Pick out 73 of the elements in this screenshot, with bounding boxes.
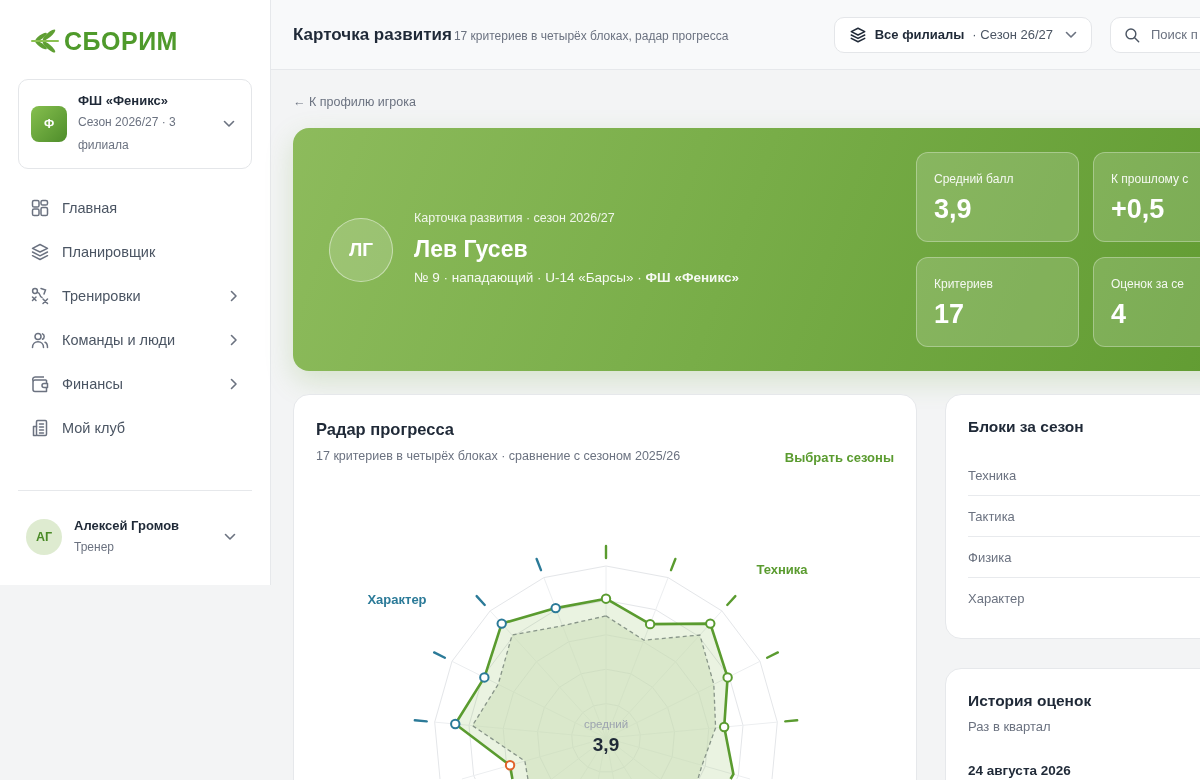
average-value: 3,9 [592, 734, 620, 755]
block-name: Техника [968, 467, 1017, 483]
chevron-down-icon [223, 120, 235, 128]
axis-tick [535, 557, 543, 572]
nav-item[interactable]: Тренировки [18, 274, 252, 318]
grid-icon [30, 198, 50, 218]
brand-name: СБОРИМ [64, 26, 178, 56]
branch-selector[interactable]: Все филиалы · Сезон 26/27 [833, 16, 1092, 53]
club-avatar: Ф [31, 106, 67, 142]
card-caption: Карточка развития · сезон 2026/27 [414, 210, 616, 226]
axis-tick [432, 651, 447, 659]
axis-tick [413, 719, 428, 723]
nav-item[interactable]: Планировщик [18, 230, 252, 274]
users-icon [30, 330, 50, 350]
radar-point [718, 721, 730, 733]
nav-item[interactable]: Финансы [18, 362, 252, 406]
nav-item[interactable]: Мой клуб [18, 406, 252, 450]
radar-point [496, 618, 507, 629]
card-title: Блоки за сезон [968, 417, 1085, 437]
axis-tick [669, 557, 677, 572]
block-name: Характер [968, 590, 1025, 606]
user-avatar: АГ [26, 518, 62, 555]
radar-point [600, 593, 612, 604]
block-label: Характер [367, 592, 427, 608]
page-title: Карточка развития [293, 24, 452, 45]
axis-tick [604, 544, 608, 560]
search-icon [1124, 26, 1140, 43]
back-link[interactable]: ← К профилю игрока [293, 94, 416, 110]
average-label: средний [583, 718, 629, 731]
assessment-date: 24 августа 2026 [968, 763, 1071, 778]
stat-label: К прошлому с [1111, 171, 1190, 187]
chevron-down-icon [224, 532, 236, 541]
axis-tick [475, 594, 486, 607]
radar-point [644, 618, 656, 630]
stat-value: 17 [934, 298, 966, 330]
layers-icon [30, 242, 50, 262]
radar-point [504, 760, 516, 771]
card-subtitle: Раз в квартал [968, 719, 1052, 735]
play-diagram-icon [30, 286, 50, 306]
card-title: История оценок [968, 691, 1093, 711]
radar-point [479, 672, 490, 683]
radar-point [450, 718, 461, 730]
stat-label: Оценок за се [1111, 276, 1185, 292]
page-subtitle: 17 критериев в четырёх блоках, радар прогресса [453, 28, 729, 43]
wallet-icon [30, 374, 50, 394]
player-details: № 9 · нападающий · U-14 «Барсы» · ФШ «Феникс» [414, 269, 739, 287]
axis-tick [726, 594, 737, 607]
axis-tick [784, 719, 799, 723]
club-switcher[interactable]: Ф ФШ «Феникс» Сезон 2026/27 · 3 филиала [18, 79, 252, 169]
block-label: Техника [756, 562, 808, 578]
chevron-down-icon [1065, 30, 1077, 39]
player-avatar: ЛГ [329, 217, 393, 282]
user-menu[interactable]: АГ Алексей Громов Тренер [18, 490, 252, 582]
radar-point [722, 672, 733, 683]
layers-icon [848, 25, 867, 44]
stat-value: 4 [1111, 298, 1128, 330]
card-subtitle: 17 критериев в четырёх блоках · сравнение с сезоном 2025/26 [316, 448, 681, 464]
player-name: Лев Гусев [414, 235, 529, 263]
building-icon [30, 418, 50, 438]
stat-label: Средний балл [934, 171, 1015, 187]
stat-value: 3,9 [934, 193, 973, 225]
nav-item[interactable]: Главная [18, 186, 252, 230]
radar-point [550, 602, 561, 614]
stat-value: +0,5 [1111, 193, 1166, 225]
card-title: Радар прогресса [316, 419, 456, 439]
stat-label: Критериев [934, 276, 994, 292]
leaves-icon [28, 28, 60, 54]
block-name: Физика [968, 549, 1012, 565]
axis-tick [765, 651, 780, 659]
block-name: Тактика [968, 508, 1015, 524]
radar-point [705, 618, 716, 629]
nav-item[interactable]: Команды и люди [18, 318, 252, 362]
search-field[interactable]: Поиск п [1110, 16, 1200, 53]
